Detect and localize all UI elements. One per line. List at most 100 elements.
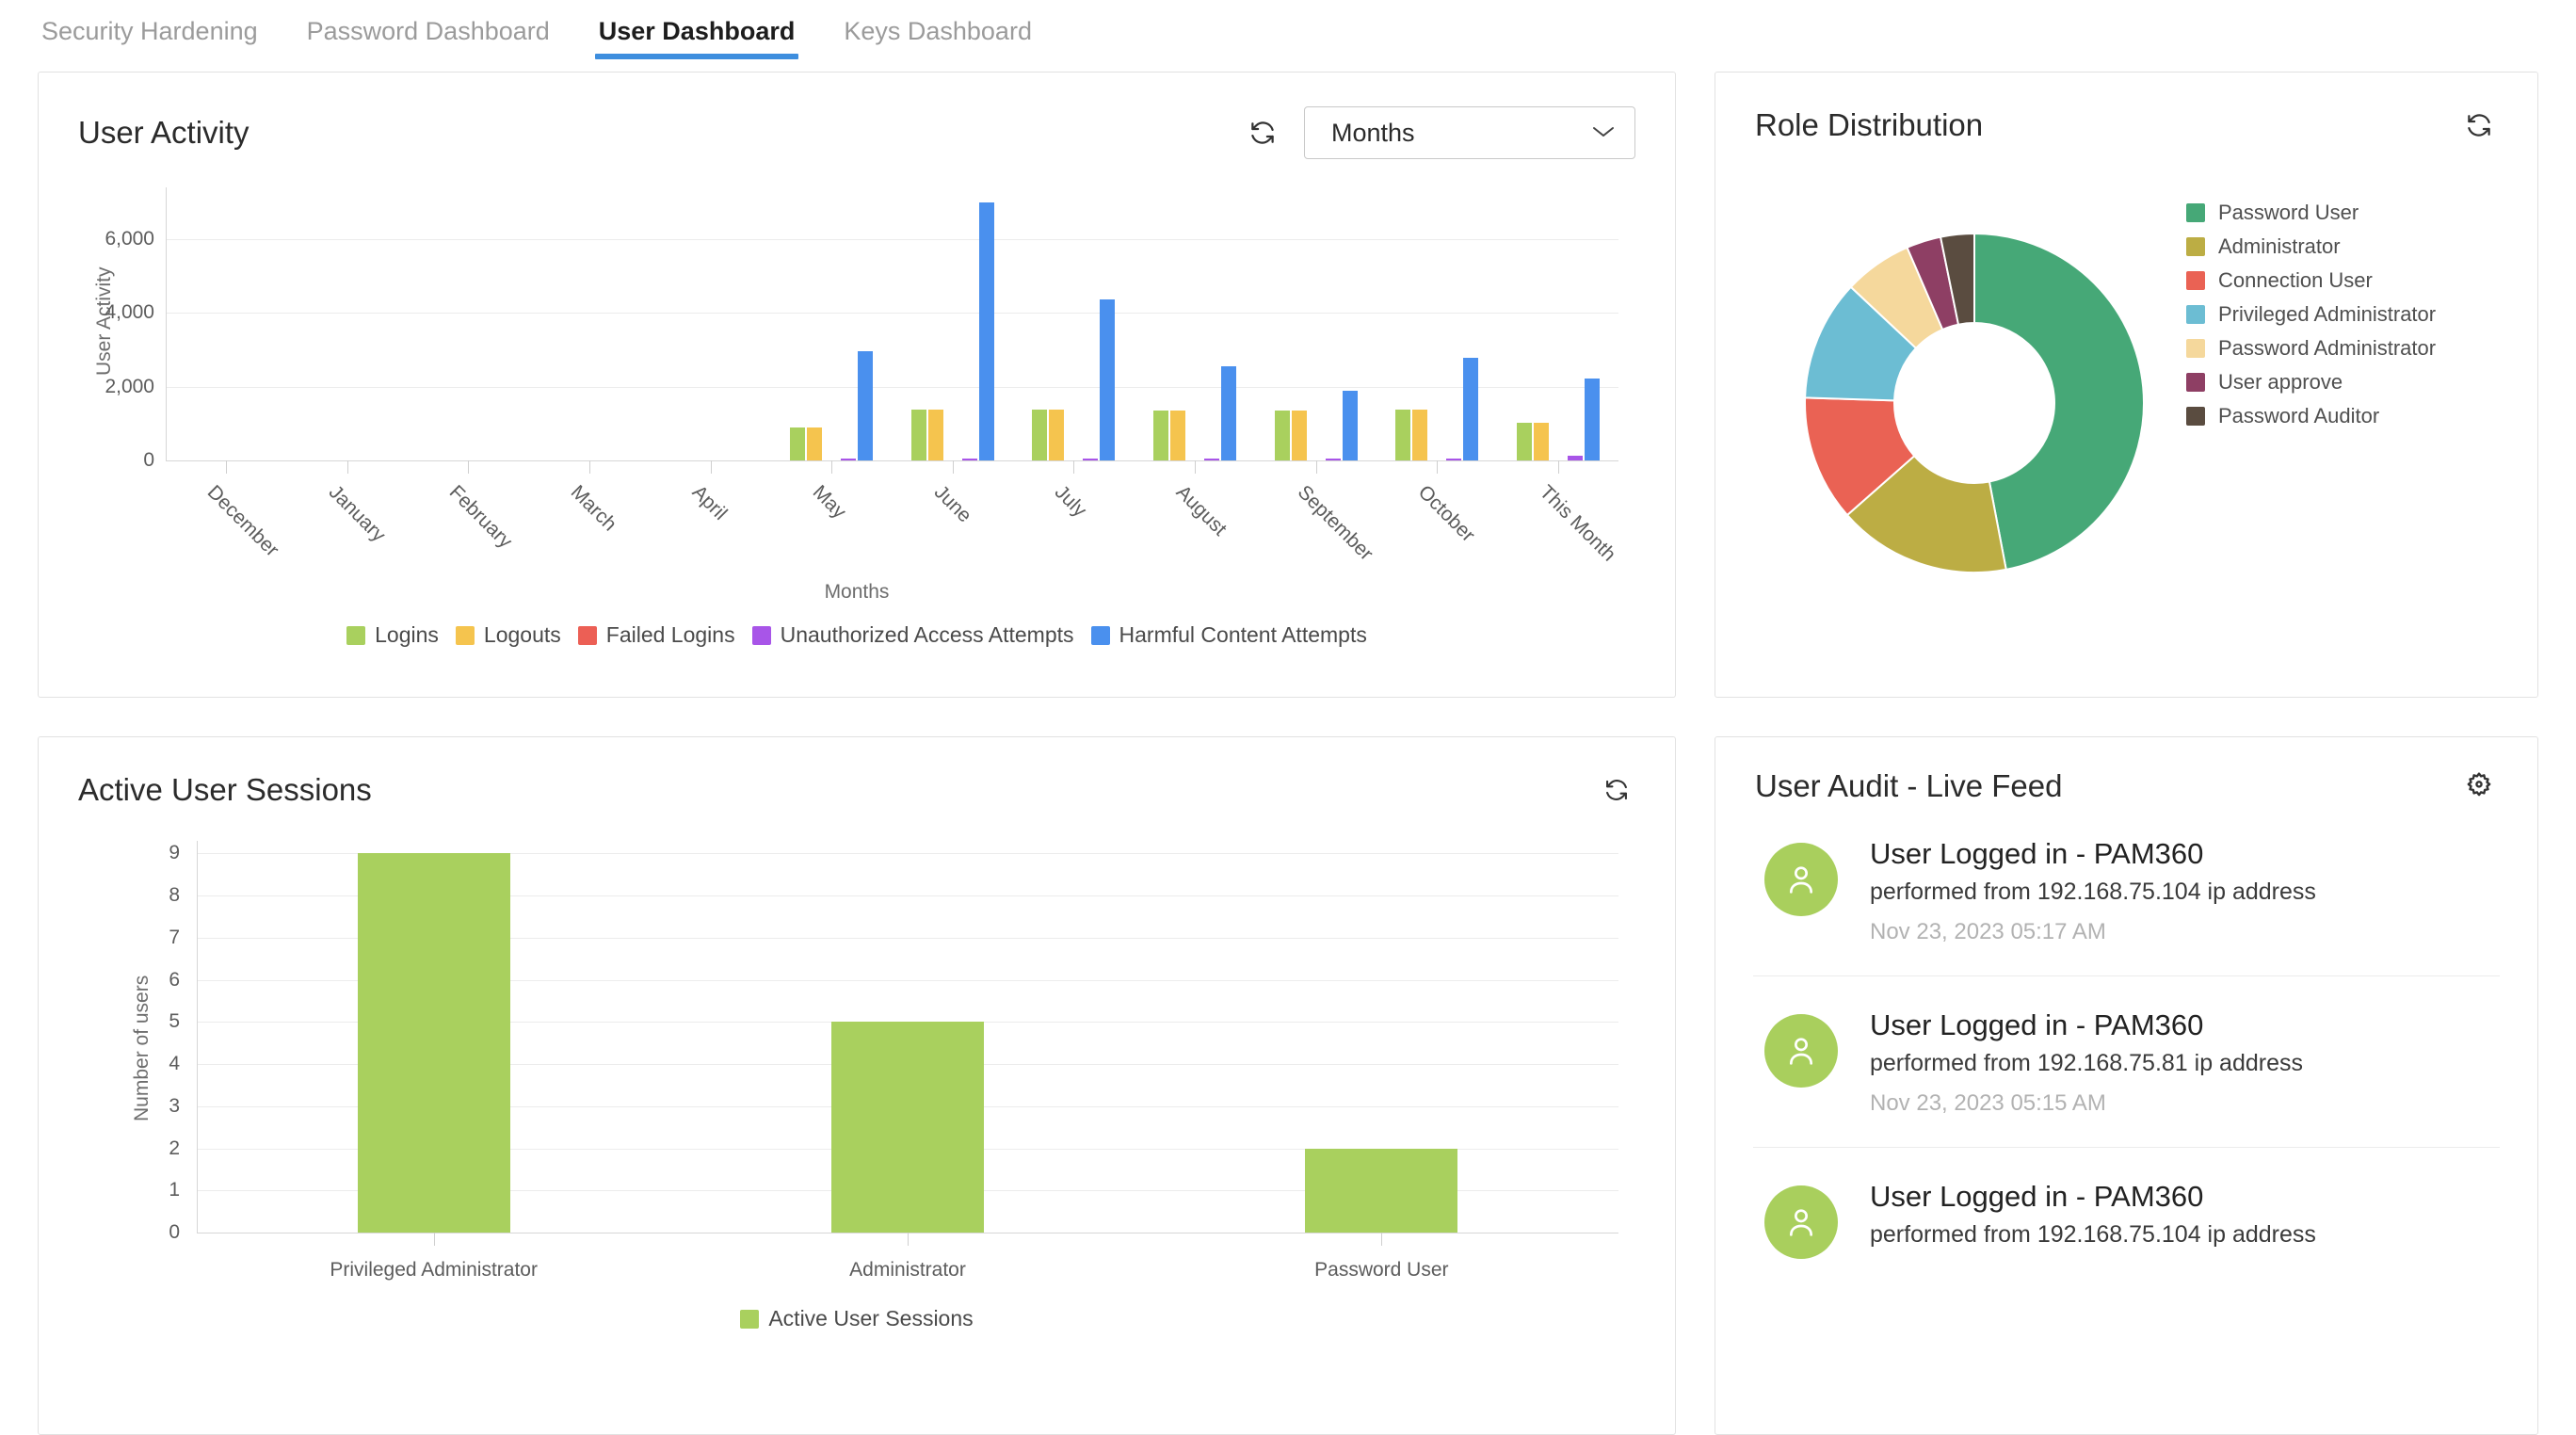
chart-bar <box>1170 411 1185 460</box>
legend-label: Logouts <box>484 622 561 648</box>
x-axis-tick <box>226 460 227 474</box>
feed-item-title: User Logged in - PAM360 <box>1870 1008 2303 1042</box>
feed-item[interactable]: User Logged in - PAM360performed from 19… <box>1753 805 2500 976</box>
gear-icon[interactable] <box>2460 767 2498 805</box>
legend-item[interactable]: Administrator <box>2186 234 2436 259</box>
user-activity-title: User Activity <box>78 115 250 151</box>
chart-legend: Active User Sessions <box>39 1306 1675 1331</box>
user-avatar-icon <box>1764 843 1838 916</box>
y-axis-tick-label: 7 <box>121 927 180 949</box>
x-axis-tick-label: May <box>808 481 850 524</box>
active-sessions-header: Active User Sessions <box>39 737 1675 809</box>
donut-slice[interactable] <box>1974 234 2144 570</box>
x-axis-tick-label: April <box>687 481 732 525</box>
y-axis-tick-label: 2,000 <box>81 376 154 398</box>
x-axis-title: Months <box>39 581 1675 604</box>
tab-keys-dashboard[interactable]: Keys Dashboard <box>840 8 1036 67</box>
x-axis-tick-label: October <box>1413 481 1479 547</box>
role-distribution-header: Role Distribution <box>1715 73 2537 144</box>
tab-user-dashboard[interactable]: User Dashboard <box>595 8 799 67</box>
x-axis-tick <box>1558 460 1559 474</box>
feed-item-subtitle: performed from 192.168.75.81 ip address <box>1870 1050 2303 1077</box>
legend-label: Password User <box>2218 201 2359 225</box>
user-activity-header: User Activity Months <box>39 73 1675 159</box>
role-distribution-title: Role Distribution <box>1755 107 1983 143</box>
x-axis-line <box>166 460 1618 461</box>
user-avatar-icon <box>1764 1014 1838 1088</box>
y-axis-tick-label: 0 <box>121 1221 180 1244</box>
user-audit-title: User Audit - Live Feed <box>1755 768 2063 804</box>
legend-item[interactable]: Unauthorized Access Attempts <box>752 622 1074 648</box>
y-axis-line <box>166 187 167 460</box>
period-select-value: Months <box>1331 119 1415 148</box>
feed-item-title: User Logged in - PAM360 <box>1870 1180 2316 1214</box>
feed-item-title: User Logged in - PAM360 <box>1870 837 2316 871</box>
role-distribution-donut: Password User Administrator Connection Use… <box>1715 144 2537 671</box>
x-axis-tick-label: December <box>202 481 282 561</box>
chart-bar <box>1204 459 1219 460</box>
legend-item[interactable]: Logouts <box>456 622 561 648</box>
legend-swatch <box>578 626 597 645</box>
refresh-icon[interactable] <box>1244 114 1281 152</box>
legend-item[interactable]: Password Administrator <box>2186 336 2436 361</box>
chart-bar <box>1585 379 1600 460</box>
card-user-audit: User Audit - Live Feed User Logged in - … <box>1715 736 2538 1435</box>
period-select[interactable]: Months <box>1304 106 1635 159</box>
chart-bar <box>1049 410 1064 460</box>
y-axis-tick-label: 0 <box>81 449 154 472</box>
chart-bar <box>1032 410 1047 460</box>
legend-swatch <box>2186 373 2205 392</box>
y-axis-tick-label: 6,000 <box>81 228 154 250</box>
legend-item[interactable]: Password Auditor <box>2186 404 2436 428</box>
legend-item[interactable]: Harmful Content Attempts <box>1091 622 1367 648</box>
legend-label: Privileged Administrator <box>2218 302 2436 327</box>
legend-item[interactable]: User approve <box>2186 370 2436 395</box>
legend-item[interactable]: Active User Sessions <box>740 1306 973 1331</box>
x-axis-tick <box>831 460 832 474</box>
legend-label: Harmful Content Attempts <box>1119 622 1367 648</box>
card-user-activity: User Activity Months User Activity 0 2,000… <box>38 72 1676 698</box>
chart-bar <box>928 410 943 460</box>
y-axis-tick-label: 2 <box>121 1137 180 1160</box>
user-activity-chart: User Activity02,0004,0006,000DecemberJan… <box>39 159 1675 686</box>
tab-password-dashboard[interactable]: Password Dashboard <box>303 8 554 67</box>
legend-item[interactable]: Password User <box>2186 201 2436 225</box>
dashboard-tabbar: Security Hardening Password Dashboard Us… <box>0 0 2576 72</box>
refresh-icon[interactable] <box>1598 771 1635 809</box>
chart-bar <box>1275 411 1290 460</box>
donut-legend: Password User Administrator Connection Use… <box>2186 201 2436 428</box>
legend-item[interactable]: Failed Logins <box>578 622 735 648</box>
legend-swatch <box>2186 237 2205 256</box>
chart-bar <box>1517 423 1532 460</box>
legend-label: Logins <box>375 622 439 648</box>
x-axis-tick-label: Privileged Administrator <box>330 1259 538 1282</box>
legend-item[interactable]: Logins <box>346 622 439 648</box>
chart-bar <box>1412 410 1427 460</box>
user-audit-header: User Audit - Live Feed <box>1715 737 2537 805</box>
x-axis-tick-label: February <box>444 481 516 553</box>
refresh-icon[interactable] <box>2460 106 2498 144</box>
legend-label: Connection User <box>2218 268 2373 293</box>
tab-security-hardening[interactable]: Security Hardening <box>38 8 262 67</box>
y-axis-tick-label: 4,000 <box>81 301 154 324</box>
feed-item-timestamp: Nov 23, 2023 05:15 AM <box>1870 1090 2303 1117</box>
x-axis-tick <box>468 460 469 474</box>
legend-swatch <box>2186 271 2205 290</box>
x-axis-tick-label: This Month <box>1535 481 1619 566</box>
x-axis-tick <box>1437 460 1438 474</box>
legend-swatch <box>2186 203 2205 222</box>
legend-label: Unauthorized Access Attempts <box>781 622 1074 648</box>
feed-item[interactable]: User Logged in - PAM360 performed from 19… <box>1753 976 2500 1148</box>
y-axis-tick-label: 4 <box>121 1053 180 1075</box>
legend-swatch <box>346 626 365 645</box>
y-axis-tick-label: 8 <box>121 884 180 907</box>
chart-bar <box>831 1022 984 1233</box>
x-axis-tick <box>1381 1233 1382 1246</box>
legend-item[interactable]: Privileged Administrator <box>2186 302 2436 327</box>
x-axis-tick-label: March <box>566 481 620 536</box>
legend-item[interactable]: Connection User <box>2186 268 2436 293</box>
feed-item[interactable]: User Logged in - PAM360performed from 19… <box>1753 1148 2500 1289</box>
legend-swatch <box>1091 626 1110 645</box>
chart-bar <box>1446 459 1461 460</box>
chart-bar <box>1305 1149 1457 1233</box>
